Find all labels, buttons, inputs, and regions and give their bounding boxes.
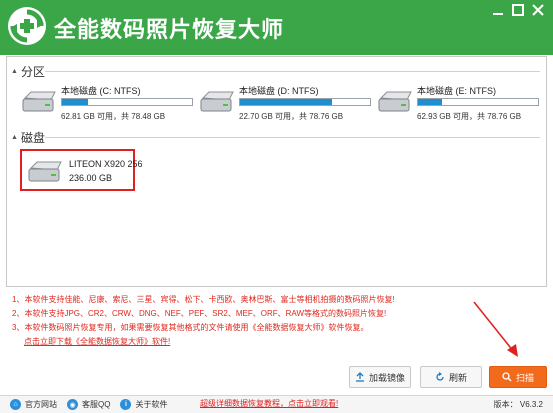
partition-info: 62.93 GB 可用，共 78.76 GB	[417, 112, 522, 121]
partition-name: 本地磁盘 (D: NTFS)	[239, 86, 319, 96]
partition-e[interactable]: 本地磁盘 (E: NTFS) 62.93 GB 可用，共 78.76 GB	[377, 84, 542, 124]
note-item: 2、本软件支持JPG、CR2、CRW、DNG、NEF、PEF、SR2、MEF、O…	[12, 309, 387, 318]
website-link[interactable]: ⌂ 官方网站	[10, 399, 57, 410]
partition-d[interactable]: 本地磁盘 (D: NTFS) 22.70 GB 可用，共 78.76 GB	[199, 84, 379, 124]
info-icon: i	[120, 399, 132, 410]
annotation-arrow-icon	[473, 301, 518, 357]
hard-drive-icon	[378, 91, 412, 112]
website-label: 官方网站	[25, 400, 57, 409]
partitions-heading: 分区	[21, 64, 46, 79]
partition-name: 本地磁盘 (C: NTFS)	[61, 86, 141, 96]
scan-button[interactable]: 扫描	[489, 366, 547, 388]
partitions-section-header[interactable]: ▲ 分区	[11, 63, 541, 79]
collapse-arrow-icon: ▲	[11, 133, 18, 141]
close-button[interactable]	[530, 2, 546, 18]
partition-info: 62.81 GB 可用，共 78.48 GB	[61, 112, 166, 121]
about-label: 关于软件	[135, 400, 168, 409]
partition-c[interactable]: 本地磁盘 (C: NTFS) 62.81 GB 可用，共 78.48 GB	[21, 84, 201, 124]
load-image-label: 加载镜像	[368, 372, 405, 383]
upload-icon	[355, 372, 364, 382]
status-bar: ⌂ 官方网站 ◉ 客服QQ i 关于软件 超级详细数据恢复教程，点击立即观看! …	[0, 395, 553, 413]
usage-bar	[61, 98, 193, 106]
disk-liteon[interactable]: LITEON X920 256 236.00 GB	[20, 149, 143, 191]
partition-name: 本地磁盘 (E: NTFS)	[417, 86, 496, 96]
collapse-arrow-icon: ▲	[11, 67, 18, 75]
refresh-button[interactable]: 刷新	[420, 366, 482, 388]
download-link[interactable]: 点击立即下载《全能数据恢复大师》软件!	[12, 335, 482, 349]
load-image-button[interactable]: 加载镜像	[349, 366, 411, 388]
about-link[interactable]: i 关于软件	[120, 399, 167, 410]
usage-bar	[417, 98, 539, 106]
app-title: 全能数码照片恢复大师	[54, 18, 285, 43]
usage-fill	[240, 99, 333, 105]
hard-drive-icon	[22, 91, 56, 112]
disk-name: LITEON X920 256	[69, 159, 143, 169]
qq-support-link[interactable]: ◉ 客服QQ	[67, 399, 110, 410]
partition-info: 22.70 GB 可用，共 78.76 GB	[239, 112, 344, 121]
maximize-icon	[512, 4, 524, 16]
maximize-button[interactable]	[510, 2, 526, 18]
hard-drive-icon	[28, 161, 62, 182]
version-label: 版本： V6.3.2	[493, 400, 543, 409]
tutorial-link[interactable]: 超级详细数据恢复教程，点击立即观看!	[200, 398, 338, 409]
home-icon: ⌂	[10, 399, 21, 410]
usage-fill	[418, 99, 442, 105]
hard-drive-icon	[200, 91, 234, 112]
refresh-label: 刷新	[448, 372, 467, 383]
refresh-icon	[436, 372, 444, 381]
note-item: 1、本软件支持佳能、尼康、索尼、三星、宾得、松下、卡西欧、奥林巴斯、富士等相机拍…	[12, 295, 395, 304]
download-link-label: 点击立即下载《全能数据恢复大师》软件!	[24, 337, 171, 346]
chat-icon: ◉	[67, 399, 78, 410]
minimize-button[interactable]	[490, 2, 506, 18]
title-bar: 全能数码照片恢复大师	[0, 0, 553, 55]
disk-size: 236.00 GB	[69, 173, 113, 183]
disks-heading: 磁盘	[21, 130, 46, 145]
usage-fill	[62, 99, 88, 105]
minimize-icon	[493, 13, 503, 15]
device-panel: ▲ 分区 本地磁盘 (C: NTFS) 62.81 GB 可用，共 78.48 …	[6, 56, 547, 287]
search-icon	[502, 372, 512, 382]
qq-label: 客服QQ	[82, 400, 111, 409]
notes-list: 1、本软件支持佳能、尼康、索尼、三星、宾得、松下、卡西欧、奥林巴斯、富士等相机拍…	[12, 293, 482, 349]
scan-label: 扫描	[515, 372, 534, 383]
close-icon	[532, 4, 544, 16]
disks-section-header[interactable]: ▲ 磁盘	[11, 129, 541, 145]
usage-bar	[239, 98, 371, 106]
section-divider	[45, 137, 540, 138]
section-divider	[45, 71, 540, 72]
note-item: 3、本软件数码照片恢复专用，如果需要恢复其他格式的文件请使用《全能数据恢复大师》…	[12, 323, 369, 332]
app-logo-icon	[8, 7, 46, 45]
